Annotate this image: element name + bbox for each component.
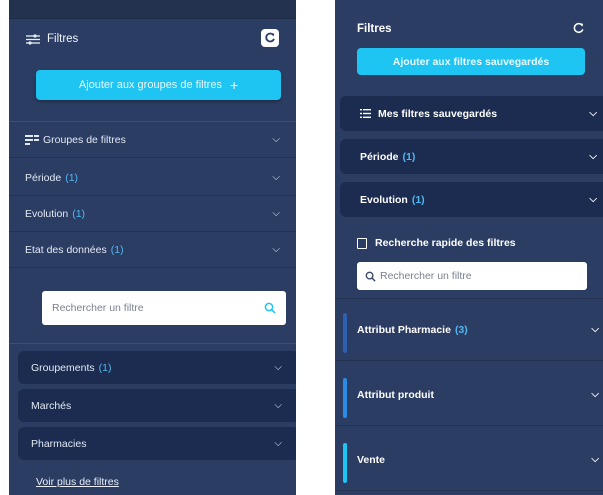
filter-row-label: Etat des données	[25, 243, 107, 256]
page-title: Filtres	[47, 33, 79, 45]
filter-card-marches[interactable]: Marchés ⌵	[18, 389, 296, 422]
refresh-button[interactable]	[261, 29, 279, 47]
filter-card-label: Pharmacies	[31, 437, 87, 450]
search-input[interactable]	[52, 302, 264, 314]
section-label: Evolution	[360, 193, 408, 206]
sliders-icon[interactable]	[26, 33, 40, 45]
search-field	[42, 291, 286, 325]
section-periode[interactable]: Période (1) ⌵	[340, 139, 603, 174]
filter-card-label: Marchés	[31, 399, 72, 412]
refresh-icon[interactable]	[572, 22, 585, 37]
add-button-label: Ajouter aux filtres sauvegardés	[392, 55, 550, 68]
chevron-down-icon: ⌵	[591, 454, 599, 465]
filter-row-etat-des-donnees[interactable]: Etat des données (1) ⌵	[9, 232, 296, 268]
list-icon	[360, 109, 371, 118]
chevron-down-icon: ⌵	[589, 194, 597, 205]
filter-count: (1)	[402, 150, 416, 163]
chevron-down-icon: ⌵	[272, 134, 280, 145]
filter-count: (1)	[65, 171, 79, 184]
filter-count: (1)	[411, 193, 425, 206]
attribute-label: Vente	[357, 453, 386, 466]
filter-card-pharmacies[interactable]: Pharmacies ⌵	[18, 427, 296, 460]
add-to-filter-groups-button[interactable]: Ajouter aux groupes de filtres +	[36, 70, 281, 100]
plus-icon: +	[229, 77, 239, 93]
section-saved-filters[interactable]: Mes filtres sauvegardés ⌵	[340, 96, 603, 131]
filter-count: (1)	[72, 207, 86, 220]
see-more-filters-link[interactable]: Voir plus de filtres	[36, 476, 119, 488]
chevron-down-icon: ⌵	[274, 362, 282, 373]
accent-bar	[343, 443, 347, 483]
filter-groups-row[interactable]: Groupes de filtres ⌵	[9, 122, 296, 158]
filter-groups-icon	[25, 134, 39, 145]
filter-row-label: Période	[25, 171, 62, 184]
filter-groups-label: Groupes de filtres	[43, 133, 126, 146]
add-button-label: Ajouter aux groupes de filtres	[78, 79, 222, 91]
filter-count: (1)	[110, 243, 124, 256]
section-label: Mes filtres sauvegardés	[378, 107, 498, 120]
search-icon[interactable]	[264, 302, 276, 314]
chevron-down-icon: ⌵	[591, 389, 599, 400]
filter-card-groupements[interactable]: Groupements (1) ⌵	[18, 351, 296, 384]
chevron-down-icon: ⌵	[589, 108, 597, 119]
section-label: Période	[360, 150, 399, 163]
filter-row-evolution[interactable]: Evolution (1) ⌵	[9, 196, 296, 232]
search-field	[357, 262, 587, 290]
chevron-down-icon: ⌵	[591, 324, 599, 335]
attribute-vente-row[interactable]: Vente ⌵	[335, 429, 603, 491]
chevron-down-icon: ⌵	[272, 244, 280, 255]
add-to-saved-filters-button[interactable]: Ajouter aux filtres sauvegardés	[357, 48, 585, 75]
filter-card-label: Groupements	[31, 361, 95, 374]
chevron-down-icon: ⌵	[589, 151, 597, 162]
refresh-icon	[265, 32, 275, 43]
attribute-produit-row[interactable]: Attribut produit ⌵	[335, 364, 603, 426]
chevron-down-icon: ⌵	[272, 208, 280, 219]
quick-search-heading: Recherche rapide des filtres	[357, 237, 516, 249]
attribute-label: Attribut Pharmacie	[357, 323, 451, 336]
left-title-row: Filtres	[26, 29, 279, 49]
attribute-label: Attribut produit	[357, 388, 434, 401]
search-list-icon	[357, 237, 367, 249]
filters-panel-right: Filtres Ajouter aux filtres sauvegardés …	[335, 0, 603, 495]
panel-header-strip	[9, 0, 296, 19]
search-icon	[365, 271, 376, 282]
filters-panel-left: Filtres Ajouter aux groupes de filtres +…	[9, 0, 296, 495]
chevron-down-icon: ⌵	[272, 172, 280, 183]
section-evolution[interactable]: Evolution (1) ⌵	[340, 182, 603, 217]
filter-row-label: Evolution	[25, 207, 69, 220]
chevron-down-icon: ⌵	[274, 400, 282, 411]
accent-bar	[343, 378, 347, 418]
chevron-down-icon: ⌵	[274, 438, 282, 449]
page-title: Filtres	[357, 23, 392, 35]
search-input[interactable]	[380, 270, 579, 282]
filter-row-periode[interactable]: Période (1) ⌵	[9, 160, 296, 196]
filter-count: (1)	[98, 361, 112, 374]
divider	[9, 343, 296, 344]
accent-bar	[343, 313, 347, 353]
attribute-pharmacie-row[interactable]: Attribut Pharmacie (3) ⌵	[335, 299, 603, 361]
filter-count: (3)	[454, 323, 468, 336]
quick-search-title: Recherche rapide des filtres	[375, 237, 516, 249]
